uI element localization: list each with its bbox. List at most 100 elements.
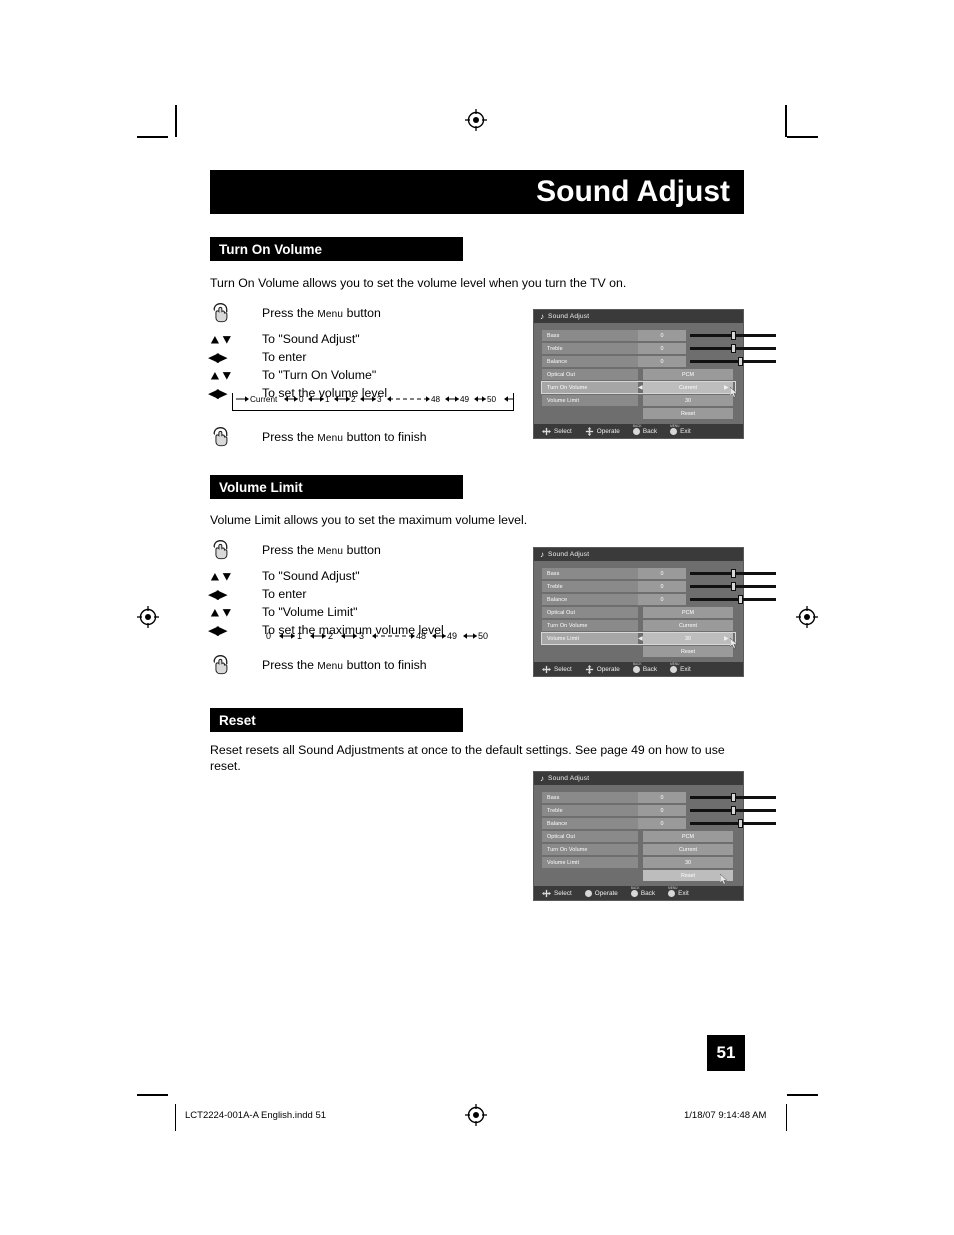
osd-footer-back[interactable]: BACK Back (632, 424, 658, 435)
osd-slider-bass[interactable] (690, 792, 776, 803)
osd-row-value: 0 (638, 594, 686, 605)
circle-button-icon (584, 889, 592, 897)
up-down-arrows-icon: ▲▼ (208, 331, 234, 347)
osd-slider-bass[interactable] (690, 330, 776, 341)
osd-title: Sound Adjust (548, 775, 590, 782)
osd-row-label: Turn On Volume (542, 382, 638, 393)
osd-row-reset[interactable]: Reset (542, 646, 735, 657)
osd-footer-back[interactable]: BACK Back (632, 662, 657, 673)
instruction-list-volume-limit: Press the Menu button ▲▼ To "Sound Adjus… (208, 537, 444, 639)
svg-text:48: 48 (416, 631, 426, 641)
osd-row-value: 0 (638, 356, 686, 367)
osd-footer-back-cap: BACK (630, 885, 640, 890)
crop-mark-top-left-h (137, 136, 168, 138)
osd-row-volume-limit[interactable]: Volume Limit 30 (542, 395, 735, 406)
osd-screenshot-volume-limit: ♪ Sound Adjust Bass 0 Treble 0 Balance 0… (533, 547, 776, 677)
osd-slider-treble[interactable] (690, 343, 776, 354)
osd-footer-select[interactable]: Select (542, 665, 572, 674)
osd-slider-treble[interactable] (690, 581, 776, 592)
footer-divider-left (175, 1104, 176, 1131)
osd-row-treble[interactable]: Treble 0 (542, 805, 776, 816)
hand-press-icon (208, 301, 262, 325)
dpad-ud-icon (585, 426, 593, 436)
osd-row-treble[interactable]: Treble 0 (542, 581, 776, 592)
osd-row-value: PCM (643, 607, 733, 618)
crop-mark-top-left-v (175, 105, 177, 137)
osd-slider-balance[interactable] (690, 356, 776, 367)
instruction-step: ▲▼ To "Sound Adjust" (208, 567, 444, 585)
circle-button-icon (668, 889, 676, 897)
osd-row-balance[interactable]: Balance 0 (542, 356, 776, 367)
osd-footer-exit[interactable]: MENU Exit (668, 886, 689, 897)
osd-slider-balance[interactable] (690, 818, 776, 829)
osd-row-turn-on-volume[interactable]: Turn On Volume ◀ Current ▶ (541, 381, 738, 398)
osd-footer-exit[interactable]: MENU Exit (670, 662, 691, 673)
section-intro-reset: Reset resets all Sound Adjustments at on… (210, 743, 725, 773)
caret-left-icon[interactable]: ◀ (638, 636, 643, 642)
osd-row-label: Bass (542, 330, 638, 341)
osd-row-turn-on-volume[interactable]: Turn On Volume Current (542, 620, 735, 631)
osd-row-label: Volume Limit (542, 857, 638, 868)
svg-text:3: 3 (377, 395, 382, 404)
instruction-step: ▲▼ To "Turn On Volume" (208, 366, 387, 384)
osd-row-volume-limit[interactable]: Volume Limit ◀ 30 ▶ (541, 632, 738, 649)
osd-row-optical-out[interactable]: Optical Out PCM (542, 831, 735, 842)
caret-right-icon[interactable]: ▶ (724, 385, 729, 391)
osd-row-value: 0 (638, 343, 686, 354)
osd-row-reset[interactable]: Reset (542, 870, 735, 885)
svg-text:1: 1 (297, 631, 302, 641)
osd-slider-balance[interactable] (690, 594, 776, 605)
osd-row-balance[interactable]: Balance 0 (542, 818, 776, 829)
caret-left-icon[interactable]: ◀ (638, 385, 643, 391)
value-loop-diagram-volume-limit: 0 1 2 3 48 49 50 (266, 629, 506, 646)
osd-row-balance[interactable]: Balance 0 (542, 594, 776, 605)
osd-row-value: Current (643, 844, 733, 855)
osd-row-turn-on-volume[interactable]: Turn On Volume Current (542, 844, 735, 855)
osd-footer-select[interactable]: Select (542, 427, 572, 436)
instruction-step-label: To enter (262, 587, 307, 601)
osd-row-volume-limit[interactable]: Volume Limit 30 (542, 857, 735, 868)
instruction-finish-turn-on-volume: Press the Menu button to finish (208, 424, 427, 450)
osd-footer: Select Operate BACK Back MENU Exit (534, 886, 743, 900)
section-heading-turn-on-volume: Turn On Volume (210, 237, 463, 261)
section-heading-label: Volume Limit (219, 479, 303, 495)
osd-row-bass[interactable]: Bass 0 (542, 568, 776, 579)
osd-body: Bass 0 Treble 0 Balance 0 Optical Out PC… (534, 561, 776, 662)
osd-row-bass[interactable]: Bass 0 (542, 330, 776, 341)
osd-footer-operate[interactable]: Operate (585, 426, 620, 436)
instruction-step-label: Press the Menu button (262, 543, 381, 557)
osd-slider-bass[interactable] (690, 568, 776, 579)
osd-reset-button[interactable]: Reset (643, 646, 733, 657)
osd-row-reset[interactable]: Reset (542, 408, 735, 419)
osd-footer-operate[interactable]: Operate (584, 889, 618, 897)
osd-row-treble[interactable]: Treble 0 (542, 343, 776, 354)
osd-footer-label: Back (642, 427, 658, 435)
svg-text:1: 1 (325, 395, 330, 404)
music-note-icon: ♪ (540, 311, 544, 321)
osd-footer-back[interactable]: BACK Back (630, 886, 655, 897)
osd-slider-treble[interactable] (690, 805, 776, 816)
osd-row-optical-out[interactable]: Optical Out PCM (542, 369, 735, 380)
instruction-step-label: Press the Menu button to finish (262, 658, 427, 672)
instruction-step-label: To enter (262, 350, 307, 364)
osd-row-bass[interactable]: Bass 0 (542, 792, 776, 803)
svg-text:2: 2 (351, 395, 356, 404)
crop-mark-top-right-v (785, 105, 787, 137)
osd-row-label: Optical Out (542, 831, 638, 842)
osd-footer-exit[interactable]: MENU Exit (670, 424, 691, 435)
caret-right-icon[interactable]: ▶ (724, 636, 729, 642)
osd-header: ♪ Sound Adjust (534, 548, 743, 561)
svg-text:49: 49 (460, 395, 470, 404)
osd-footer-back-cap: BACK (632, 661, 642, 666)
value-loop-labels: Current 0 1 2 3 48 49 50 (234, 392, 514, 409)
dpad-ud-icon (585, 664, 593, 674)
osd-footer-exit-cap: MENU (668, 885, 678, 890)
osd-reset-button[interactable]: Reset (643, 408, 733, 419)
osd-footer-select[interactable]: Select (542, 889, 572, 898)
svg-text:49: 49 (447, 631, 457, 641)
osd-row-value: 0 (638, 330, 686, 341)
osd-row-optical-out[interactable]: Optical Out PCM (542, 607, 735, 618)
instruction-step-label: To "Turn On Volume" (262, 368, 377, 382)
osd-footer-operate[interactable]: Operate (585, 664, 620, 674)
osd-row-label: Balance (542, 818, 638, 829)
